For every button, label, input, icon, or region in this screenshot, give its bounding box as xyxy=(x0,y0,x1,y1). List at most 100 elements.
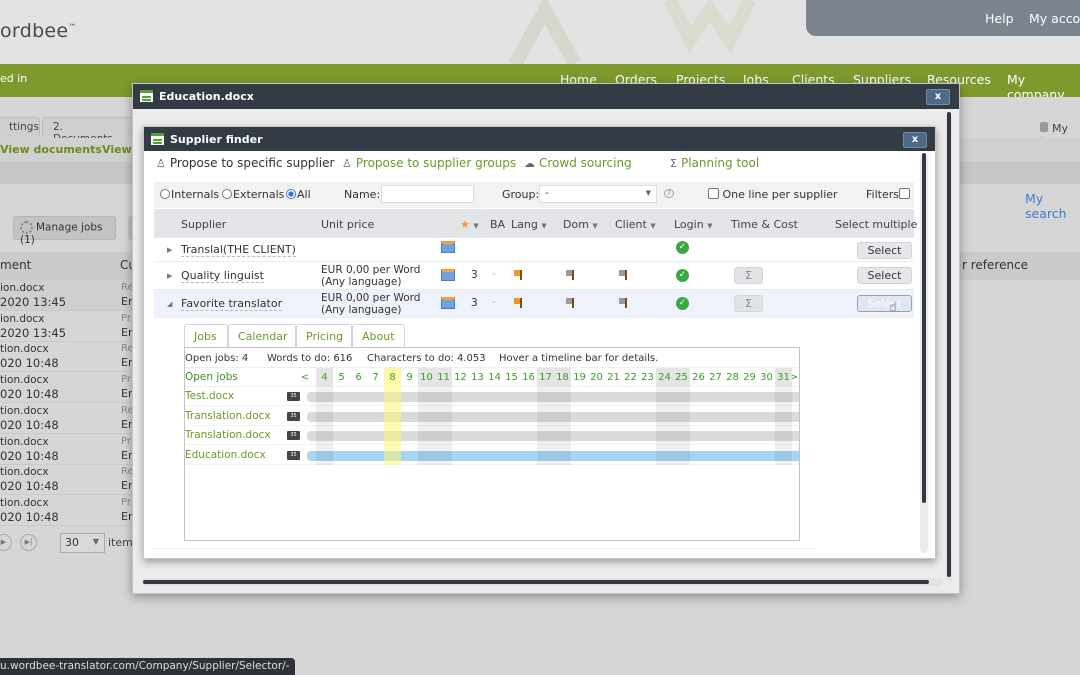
col-document[interactable]: ment xyxy=(0,258,31,272)
tab-pricing[interactable]: Pricing xyxy=(296,324,352,348)
supplier-name[interactable]: Favorite translator xyxy=(181,297,283,311)
dialog-vscrollbar[interactable] xyxy=(946,112,952,582)
expand-icon[interactable]: ▶ xyxy=(167,246,172,254)
client-flag-icon xyxy=(619,298,628,308)
users-icon: ♙ xyxy=(342,157,352,170)
timeline-job-row: Test.docx 35 xyxy=(185,387,799,406)
rating-dash: - xyxy=(492,269,496,280)
document-row[interactable]: ion.docx 2020 13:45 Re Er xyxy=(0,280,134,311)
last-page-button[interactable]: ▶| xyxy=(20,534,37,551)
col-dom[interactable]: Dom ▼ xyxy=(563,218,598,231)
filters-checkbox[interactable]: Filters xyxy=(866,188,910,201)
mode-crowd-sourcing[interactable]: ☁ Crowd sourcing xyxy=(524,156,632,170)
mode-specific-supplier[interactable]: ♙ Propose to specific supplier xyxy=(156,156,334,170)
scroll-thumb[interactable] xyxy=(947,112,951,577)
time-cost-button[interactable]: Σ xyxy=(734,295,763,312)
col-login[interactable]: Login ▼ xyxy=(674,218,713,231)
job-tag-icon: 35 xyxy=(287,431,300,440)
tab-calendar[interactable]: Calendar xyxy=(228,324,296,348)
hand-cursor-icon: ☝ xyxy=(889,300,897,315)
radio-internals[interactable]: Internals xyxy=(160,188,219,201)
radio-externals[interactable]: Externals xyxy=(222,188,284,201)
col-client[interactable]: Client ▼ xyxy=(615,218,656,231)
timeline-day: 29 xyxy=(743,372,756,383)
supplier-row[interactable]: ▶ Quality linguist EUR 0,00 per Word (Any… xyxy=(154,262,914,290)
document-row[interactable]: tion.docx 020 10:48 Pr Er xyxy=(0,434,134,465)
document-name: tion.docx xyxy=(0,435,49,448)
dialog-titlebar[interactable]: Education.docx xyxy=(133,84,959,109)
col-ba[interactable]: BA xyxy=(490,218,505,231)
document-row[interactable]: tion.docx 020 10:48 Re Er xyxy=(0,341,134,373)
supplier-name[interactable]: Translal(THE CLIENT) xyxy=(181,243,296,257)
supplier-name[interactable]: Quality linguist xyxy=(181,269,264,283)
help-link[interactable]: Help xyxy=(985,11,1014,26)
scroll-thumb[interactable] xyxy=(922,153,926,503)
tab-jobs[interactable]: Jobs xyxy=(184,324,228,348)
name-input[interactable] xyxy=(381,185,474,203)
mode-supplier-groups[interactable]: ♙ Propose to supplier groups xyxy=(342,156,516,170)
one-line-per-supplier-checkbox[interactable]: One line per supplier xyxy=(708,188,838,201)
job-file-link[interactable]: Translation.docx xyxy=(185,429,271,441)
col-supplier[interactable]: Supplier xyxy=(181,218,226,231)
login-ok-icon: ✓ xyxy=(676,297,689,310)
document-row[interactable]: tion.docx 020 10:48 Re Er xyxy=(0,403,134,434)
select-multiple-link[interactable]: Select multiple xyxy=(835,218,917,231)
job-tag-icon: 35 xyxy=(287,450,300,460)
price-language: (Any language) xyxy=(321,304,402,316)
calendar-icon[interactable] xyxy=(441,297,455,309)
job-file-link[interactable]: Translation.docx xyxy=(185,410,271,422)
job-file-link[interactable]: Education.docx xyxy=(185,449,266,461)
supplier-row[interactable]: ▶ Translal(THE CLIENT) ✓ Select xyxy=(154,239,914,262)
timeline-prev-button[interactable]: < xyxy=(299,368,311,387)
my-account-link[interactable]: My accou xyxy=(1029,11,1080,26)
document-row[interactable]: tion.docx 020 10:48 Pr Er xyxy=(0,372,134,404)
view-documents-link[interactable]: View documents xyxy=(0,143,102,156)
gear-icon xyxy=(20,221,33,234)
help-icon[interactable]: ? xyxy=(664,189,674,198)
group-label: Group: xyxy=(502,188,540,201)
manage-jobs-button[interactable]: Manage jobs (1) xyxy=(13,216,116,246)
my-search-link[interactable]: My search xyxy=(1025,191,1080,221)
calendar-icon[interactable] xyxy=(441,269,455,281)
close-dialog-button[interactable]: x xyxy=(926,89,950,105)
timeline-day: 26 xyxy=(692,372,705,383)
timeline-day: 28 xyxy=(726,372,739,383)
time-cost-button[interactable]: Σ xyxy=(734,267,763,284)
chevron-down-icon: ▼ xyxy=(592,222,598,230)
radio-all[interactable]: All xyxy=(286,188,311,201)
wordbee-logo[interactable]: ordbee™ xyxy=(0,20,77,42)
page-size-select[interactable]: 30 ▼ xyxy=(60,533,105,553)
timeline-day: 17 xyxy=(537,368,554,387)
tab-documents[interactable]: 2. Documents xyxy=(42,117,134,145)
scroll-thumb[interactable] xyxy=(143,580,929,584)
collapse-icon[interactable]: ◢ xyxy=(167,300,172,308)
lang-flag-icon xyxy=(514,298,523,308)
tab-settings[interactable]: ttings xyxy=(0,117,40,137)
supplier-row-expanded[interactable]: ◢ Favorite translator EUR 0,00 per Word(… xyxy=(154,290,914,318)
mode-planning-tool[interactable]: Σ Planning tool xyxy=(670,156,759,170)
calendar-icon[interactable] xyxy=(441,241,455,253)
col-rating[interactable]: ★ ▼ xyxy=(460,218,479,231)
col-unit-price[interactable]: Unit price xyxy=(321,218,374,231)
view-link[interactable]: View xyxy=(102,143,132,156)
select-button[interactable]: Select xyxy=(857,267,912,284)
expand-icon[interactable]: ▶ xyxy=(167,272,172,280)
tab-about[interactable]: About xyxy=(352,324,405,348)
dialog-hscrollbar[interactable] xyxy=(141,578,943,586)
document-row[interactable]: tion.docx 020 10:48 Re Er xyxy=(0,464,134,496)
job-file-link[interactable]: Test.docx xyxy=(185,390,234,402)
rating-dash: - xyxy=(492,297,496,308)
radio-icon xyxy=(222,189,232,199)
col-reference[interactable]: r reference xyxy=(962,258,1028,272)
group-select[interactable]: - ▼ xyxy=(539,185,657,203)
select-button[interactable]: Select xyxy=(857,295,912,312)
document-row[interactable]: tion.docx 020 10:48 Pr Er xyxy=(0,495,134,526)
select-button[interactable]: Select xyxy=(857,242,912,259)
col-lang[interactable]: Lang ▼ xyxy=(511,218,547,231)
supplier-finder-scrollbar[interactable] xyxy=(920,153,928,553)
close-supplier-finder-button[interactable]: x xyxy=(903,132,927,148)
document-name: tion.docx xyxy=(0,466,49,479)
document-row[interactable]: ion.docx 2020 13:45 Pr Er xyxy=(0,311,134,342)
col-label: Lang xyxy=(511,218,538,231)
supplier-finder-titlebar[interactable]: Supplier finder xyxy=(144,127,935,151)
